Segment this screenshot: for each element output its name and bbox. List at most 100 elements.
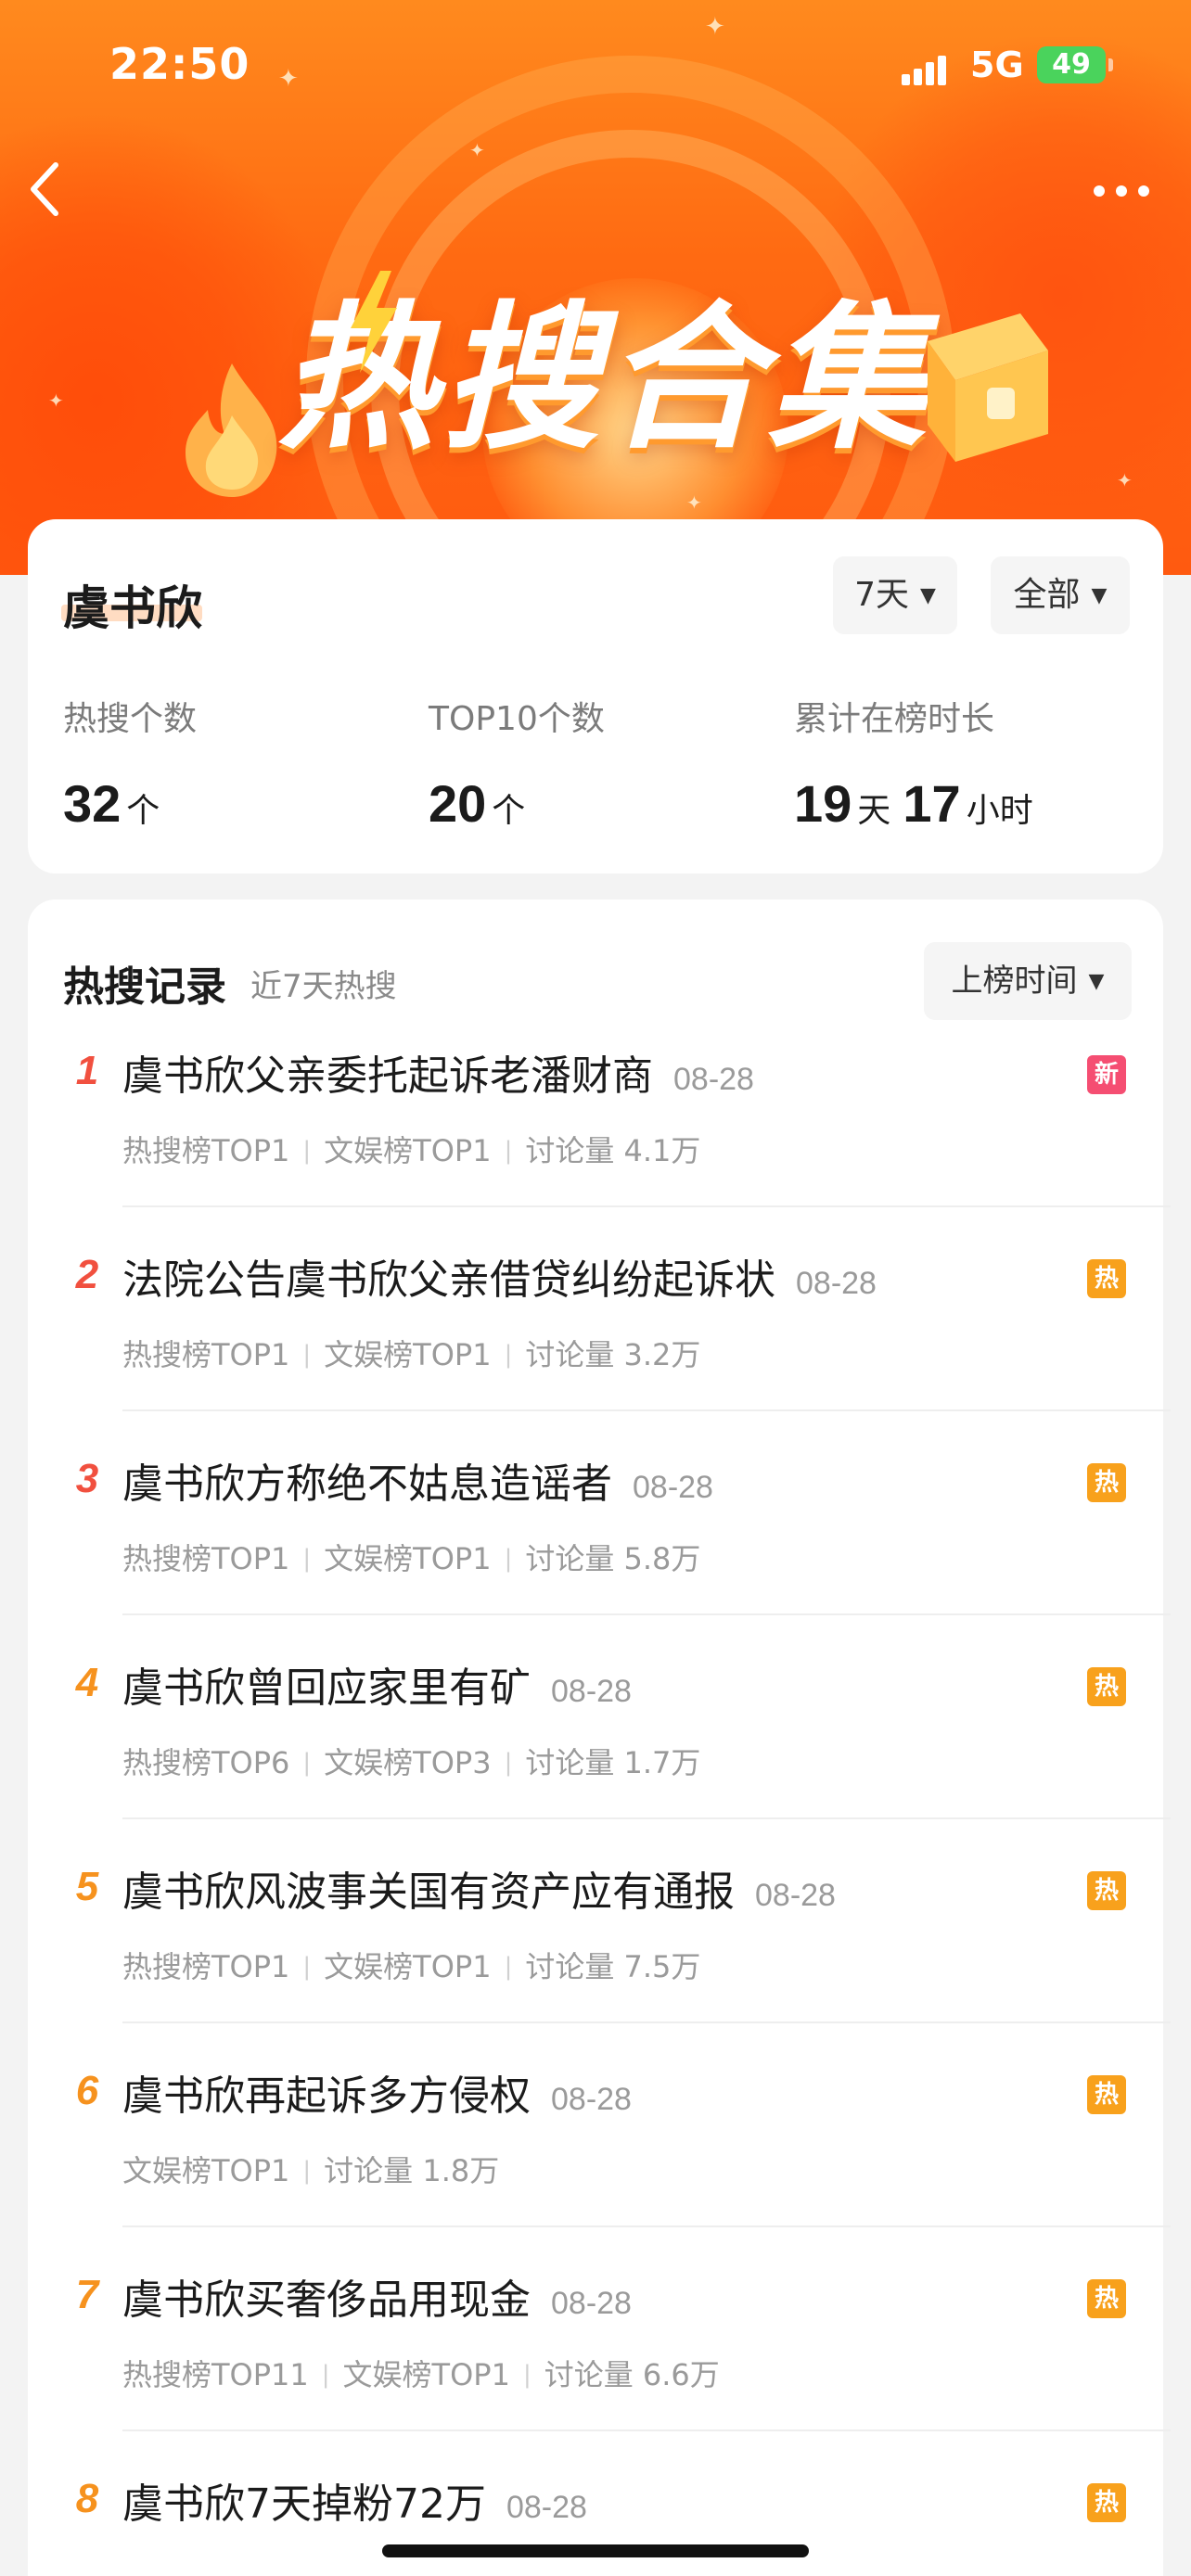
topic-meta: 热搜榜TOP1 | 文娱榜TOP1 | 讨论量 3.2万 [122, 1332, 700, 1374]
topic-date: 08-28 [551, 2082, 632, 2117]
sparkle-icon: ✦ [469, 139, 485, 161]
meta-tag: 讨论量 4.1万 [525, 1133, 701, 1168]
person-name: 虞书欣 [63, 581, 202, 635]
divider [122, 1817, 1171, 1819]
separator: | [504, 1137, 513, 1165]
meta-tag: 讨论量 7.5万 [525, 1949, 701, 1984]
separator: | [504, 1341, 513, 1369]
divider [122, 2225, 1171, 2227]
rank-number: 2 [75, 1252, 99, 1297]
topic-title[interactable]: 虞书欣7天掉粉72万 [122, 2480, 486, 2528]
topic-title[interactable]: 虞书欣父亲委托起诉老潘财商 [122, 1052, 653, 1100]
separator: | [504, 1749, 513, 1777]
list-item[interactable]: 8 虞书欣7天掉粉72万 08-28 热 [28, 2467, 1163, 2576]
home-indicator[interactable] [382, 2544, 809, 2557]
list-item[interactable]: 5 虞书欣风波事关国有资产应有通报 08-28 热搜榜TOP1 | 文娱榜TOP1 | 讨论量… [28, 1855, 1171, 2059]
topic-date: 08-28 [633, 1470, 713, 1505]
stat-unit: 天 [857, 792, 891, 830]
stat-number: 17 [903, 774, 961, 833]
separator: | [504, 1545, 513, 1573]
topic-meta: 热搜榜TOP1 | 文娱榜TOP1 | 讨论量 7.5万 [122, 1944, 700, 1986]
rank-number: 6 [75, 2068, 99, 2113]
scope-filter-label: 全部 [1013, 576, 1081, 614]
days-filter-label: 7天 [854, 576, 909, 614]
stat-number: 32 [63, 774, 122, 833]
meta-tag: 文娱榜TOP1 [342, 2357, 510, 2392]
list-item[interactable]: 4 虞书欣曾回应家里有矿 08-28 热搜榜TOP6 | 文娱榜TOP3 | 讨论量 1.7万… [28, 1651, 1171, 1855]
stat-number: 19 [794, 774, 852, 833]
list-item[interactable]: 7 虞书欣买奢侈品用现金 08-28 热搜榜TOP11 | 文娱榜TOP1 | 讨论量 6.6… [28, 2263, 1171, 2467]
scope-filter-dropdown[interactable]: 全部 ▼ [991, 556, 1130, 634]
topic-title[interactable]: 虞书欣买奢侈品用现金 [122, 2276, 531, 2324]
rank-number: 1 [75, 1048, 99, 1093]
separator: | [302, 1545, 312, 1573]
topic-date: 08-28 [506, 2490, 587, 2525]
topic-title[interactable]: 法院公告虞书欣父亲借贷纠纷起诉状 [122, 1256, 775, 1304]
meta-tag: 讨论量 1.7万 [525, 1745, 701, 1780]
divider [122, 1205, 1171, 1207]
battery-icon: 49 [1037, 46, 1113, 83]
chevron-left-icon[interactable] [26, 159, 82, 224]
separator: | [302, 1749, 312, 1777]
hot-badge: 热 [1087, 1259, 1126, 1298]
stat-label: TOP10个数 [429, 700, 605, 738]
meta-tag: 热搜榜TOP1 [122, 1949, 290, 1984]
meta-tag: 讨论量 1.8万 [324, 2153, 500, 2188]
topic-title[interactable]: 虞书欣再起诉多方侵权 [122, 2072, 531, 2120]
topic-meta: 热搜榜TOP1 | 文娱榜TOP1 | 讨论量 4.1万 [122, 1128, 700, 1170]
hot-records-list: 1 虞书欣父亲委托起诉老潘财商 08-28 热搜榜TOP1 | 文娱榜TOP1 | 讨论量 4… [28, 1039, 1171, 2576]
topic-meta: 文娱榜TOP1 | 讨论量 1.8万 [122, 2148, 499, 2190]
stat-unit: 个 [492, 792, 526, 830]
separator: | [321, 2361, 330, 2389]
more-dots-icon[interactable] [1089, 165, 1154, 202]
profile-stats-card: 虞书欣 7天 ▼ 全部 ▼ 热搜个数 32 个 TOP10个数 20 个 累计在榜时长 … [28, 519, 1163, 874]
topic-meta: 热搜榜TOP1 | 文娱榜TOP1 | 讨论量 5.8万 [122, 1536, 700, 1578]
lightning-icon [345, 271, 401, 373]
days-filter-dropdown[interactable]: 7天 ▼ [833, 556, 957, 634]
sparkle-icon: ✦ [686, 491, 702, 514]
stat-label: 累计在榜时长 [794, 700, 995, 738]
separator: | [302, 1341, 312, 1369]
meta-tag: 讨论量 5.8万 [525, 1541, 701, 1576]
topic-title[interactable]: 虞书欣曾回应家里有矿 [122, 1664, 531, 1712]
list-item[interactable]: 2 法院公告虞书欣父亲借贷纠纷起诉状 08-28 热搜榜TOP1 | 文娱榜TOP1 | 讨论… [28, 1243, 1171, 1447]
meta-tag: 热搜榜TOP1 [122, 1337, 290, 1372]
status-time: 22:50 [109, 39, 250, 89]
meta-tag: 热搜榜TOP6 [122, 1745, 290, 1780]
hot-badge: 热 [1087, 2075, 1126, 2114]
list-item[interactable]: 6 虞书欣再起诉多方侵权 08-28 文娱榜TOP1 | 讨论量 1.8万 热 [28, 2059, 1171, 2263]
separator: | [522, 2361, 531, 2389]
sort-dropdown[interactable]: 上榜时间 ▼ [924, 942, 1132, 1020]
new-badge: 新 [1087, 1055, 1126, 1094]
meta-tag: 文娱榜TOP3 [324, 1745, 492, 1780]
meta-tag: 热搜榜TOP1 [122, 1541, 290, 1576]
header-banner: ✦ ✦ ✦ ✦ ✦ ✦ 22:50 5G 49 热搜合集 [0, 0, 1191, 575]
list-item[interactable]: 3 虞书欣方称绝不姑息造谣者 08-28 热搜榜TOP1 | 文娱榜TOP1 | 讨论量 5.… [28, 1447, 1171, 1651]
rank-number: 5 [75, 1864, 99, 1909]
section-subtitle: 近7天热搜 [250, 968, 397, 1005]
caret-down-icon: ▼ [1088, 970, 1105, 993]
hot-badge: 热 [1087, 1463, 1126, 1502]
caret-down-icon: ▼ [1091, 584, 1108, 607]
topic-title[interactable]: 虞书欣方称绝不姑息造谣者 [122, 1460, 612, 1508]
topic-date: 08-28 [755, 1878, 836, 1913]
topic-date: 08-28 [551, 2286, 632, 2321]
list-item[interactable]: 1 虞书欣父亲委托起诉老潘财商 08-28 热搜榜TOP1 | 文娱榜TOP1 | 讨论量 4… [28, 1039, 1171, 1243]
topic-title[interactable]: 虞书欣风波事关国有资产应有通报 [122, 1868, 735, 1916]
hot-badge: 热 [1087, 1871, 1126, 1910]
rank-number: 8 [75, 2476, 99, 2521]
meta-tag: 讨论量 6.6万 [544, 2357, 720, 2392]
cellular-signal-icon [902, 54, 957, 85]
stat-hot-count: 热搜个数 32 个 [63, 692, 197, 834]
divider [122, 2021, 1171, 2023]
topic-meta: 热搜榜TOP6 | 文娱榜TOP3 | 讨论量 1.7万 [122, 1740, 700, 1782]
meta-tag: 文娱榜TOP1 [324, 1949, 492, 1984]
hot-badge: 热 [1087, 1667, 1126, 1706]
rank-number: 4 [75, 1660, 99, 1705]
stat-label: 热搜个数 [63, 700, 198, 738]
separator: | [302, 1953, 312, 1981]
gift-box-icon [909, 295, 1057, 471]
meta-tag: 文娱榜TOP1 [122, 2153, 290, 2188]
topic-date: 08-28 [796, 1266, 877, 1301]
stat-total-duration: 累计在榜时长 19 天 17 小时 [794, 692, 1033, 834]
